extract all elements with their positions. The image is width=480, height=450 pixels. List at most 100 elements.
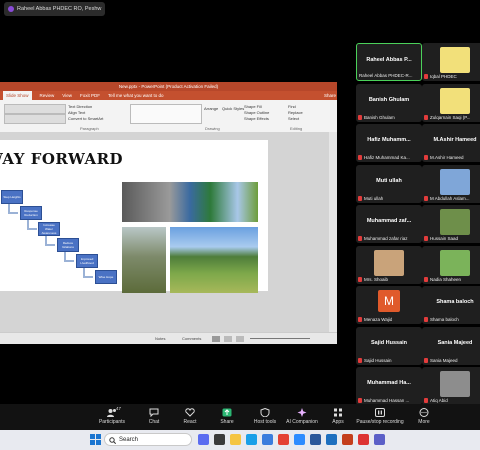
participant-display-name: Raheel Abbas P... <box>366 57 412 63</box>
shape-fill-button[interactable]: Shape Fill <box>244 104 262 109</box>
store-icon[interactable] <box>262 434 273 445</box>
mic-muted-icon <box>424 195 428 201</box>
globe-photo <box>122 182 258 222</box>
mic-muted-icon <box>424 357 428 363</box>
pause-icon <box>375 408 385 417</box>
edge-icon[interactable] <box>246 434 257 445</box>
participant-tile[interactable]: Muhammad Ha... Muhammad Hassan ... <box>356 367 422 405</box>
reading-view-icon[interactable] <box>236 336 244 342</box>
participants-button[interactable]: 47 Participants <box>92 406 132 425</box>
zoom-app-icon[interactable] <box>294 434 305 445</box>
host-tools-button[interactable]: Host tools <box>245 408 285 425</box>
quick-styles-button[interactable]: Quick Styles <box>222 106 244 111</box>
participant-name-label: Mrs. Shoaib <box>364 276 389 282</box>
pause-recording-button[interactable]: Pause/stop recording <box>355 408 405 425</box>
teams-icon[interactable] <box>374 434 385 445</box>
tell-me-box[interactable]: Tell me what you want to do <box>108 91 164 100</box>
participant-tile[interactable]: Zulqarnain Saqi (P... <box>422 83 480 122</box>
share-button[interactable]: Share <box>324 91 337 100</box>
participant-tile[interactable]: Iqbal PHDEC <box>422 43 480 81</box>
participant-tile[interactable]: Banish Ghulam Banish Ghulam <box>356 83 422 122</box>
participant-tile[interactable]: Atiq Abid <box>422 367 480 405</box>
notes-button[interactable]: Notes <box>155 336 165 341</box>
arrange-button[interactable]: Arrange <box>204 106 218 111</box>
step-connector <box>27 220 37 230</box>
participant-tile[interactable]: Muhammad zaf... Muhammad zafar riaz <box>356 205 422 243</box>
participant-display-name: M.Ashir Hameed <box>433 137 477 143</box>
powerpoint-icon[interactable] <box>342 434 353 445</box>
participant-tile[interactable]: Muti ullah Muti ullah <box>356 164 422 203</box>
share-screen-button[interactable]: Share <box>207 408 247 425</box>
taskbar-search[interactable]: Search <box>104 433 192 446</box>
alignment-controls[interactable] <box>4 114 66 124</box>
participant-name-label: Hussain Saad <box>430 236 459 241</box>
pdf-icon[interactable] <box>358 434 369 445</box>
task-view-icon[interactable] <box>214 434 225 445</box>
participant-label: Sania Majeed <box>424 357 458 363</box>
participant-name-label: Banish Ghulam <box>364 114 395 120</box>
shared-screen-powerpoint: New.pptx - PowerPoint (Product Activatio… <box>0 82 337 344</box>
ppt-ribbon: Text Direction Align Text Convert to Sma… <box>0 100 337 133</box>
participant-tile[interactable]: Hafiz Muhamm... Hafiz Muhammad Ka... <box>356 124 422 162</box>
align-text-button[interactable]: Align Text <box>68 110 85 115</box>
windows-start-icon[interactable] <box>90 434 101 445</box>
participant-video-thumbnail <box>440 87 470 114</box>
apps-button[interactable]: Apps <box>318 408 358 425</box>
participant-tile[interactable]: Mrs. Shoaib <box>356 245 422 284</box>
outlook-icon[interactable] <box>326 434 337 445</box>
participant-name-label: Raheel Abbas PHDEC-R... <box>359 73 413 78</box>
mic-muted-icon <box>358 317 362 322</box>
ai-companion-label: AI Companion <box>286 419 318 425</box>
text-direction-button[interactable]: Text Direction <box>68 104 92 109</box>
tab-view[interactable]: View <box>62 91 72 100</box>
participant-name-label: Sajid Hussain <box>364 357 392 363</box>
find-button[interactable]: Find <box>288 104 296 109</box>
ai-companion-button[interactable]: AI Companion <box>282 408 322 425</box>
step-box: Reduce Gilations <box>57 238 79 252</box>
chat-button[interactable]: Chat <box>134 408 174 425</box>
participant-tile[interactable]: Sajid Hussain Sajid Hussain <box>356 326 422 365</box>
widgets-icon[interactable] <box>198 434 209 445</box>
share-icon <box>222 408 232 417</box>
participant-display-name: Sajid Hussain <box>370 339 408 346</box>
tab-review[interactable]: Review <box>40 91 55 100</box>
search-icon <box>109 437 116 444</box>
react-button[interactable]: React <box>170 408 210 425</box>
word-icon[interactable] <box>310 434 321 445</box>
participant-label: Hafiz Muhammad Ka... <box>358 155 410 160</box>
slide-scrollbar[interactable] <box>329 132 337 332</box>
normal-view-icon[interactable] <box>212 336 220 342</box>
react-label: React <box>183 419 197 425</box>
participant-tile[interactable]: Nadia Shaheen <box>422 245 480 284</box>
host-tools-label: Host tools <box>253 419 277 425</box>
participant-tile[interactable]: Shama baloch Shama baloch <box>422 286 480 324</box>
comments-button[interactable]: Comments <box>182 336 201 341</box>
tab-foxit-pdf[interactable]: Foxit PDF <box>80 91 100 100</box>
zoom-slider[interactable] <box>250 338 310 339</box>
participant-display-name: Muhammad Ha... <box>367 380 411 386</box>
participant-label: Shama baloch <box>424 317 459 322</box>
participant-label: Mrs. Shoaib <box>358 276 389 282</box>
shape-outline-button[interactable]: Shape Outline <box>244 110 269 115</box>
participant-tile[interactable]: M Menaza Wajid <box>356 286 422 324</box>
file-explorer-icon[interactable] <box>230 434 241 445</box>
tab-slide-show[interactable]: Slide Show <box>3 91 32 100</box>
slide-sorter-icon[interactable] <box>224 336 232 342</box>
participant-name-label: Atiq Abid <box>430 398 448 403</box>
convert-smartart-button[interactable]: Convert to SmartArt <box>68 116 103 121</box>
replace-button[interactable]: Replace <box>288 110 303 115</box>
paragraph-controls[interactable] <box>4 104 66 114</box>
participant-tile[interactable]: Hussain Saad <box>422 205 480 243</box>
participant-tile[interactable]: Sania Majeed Sania Majeed <box>422 326 480 365</box>
participant-tile[interactable]: M Abdullah Aslam... <box>422 164 480 203</box>
shape-effects-button[interactable]: Shape Effects <box>244 116 269 121</box>
zoom-window-indicator[interactable]: Raheel Abbas PHDEC RO, Peshw <box>4 2 106 16</box>
participant-tile[interactable]: Raheel Abbas P... Raheel Abbas PHDEC-R... <box>356 43 422 81</box>
chrome-icon[interactable] <box>278 434 289 445</box>
select-button[interactable]: Select <box>288 116 299 121</box>
more-button[interactable]: More <box>404 408 444 425</box>
shapes-gallery[interactable] <box>130 104 202 124</box>
more-icon <box>419 408 429 417</box>
participant-name-label: Hafiz Muhammad Ka... <box>364 155 410 160</box>
participant-tile[interactable]: M.Ashir Hameed M.Ashir Hameed <box>422 124 480 162</box>
